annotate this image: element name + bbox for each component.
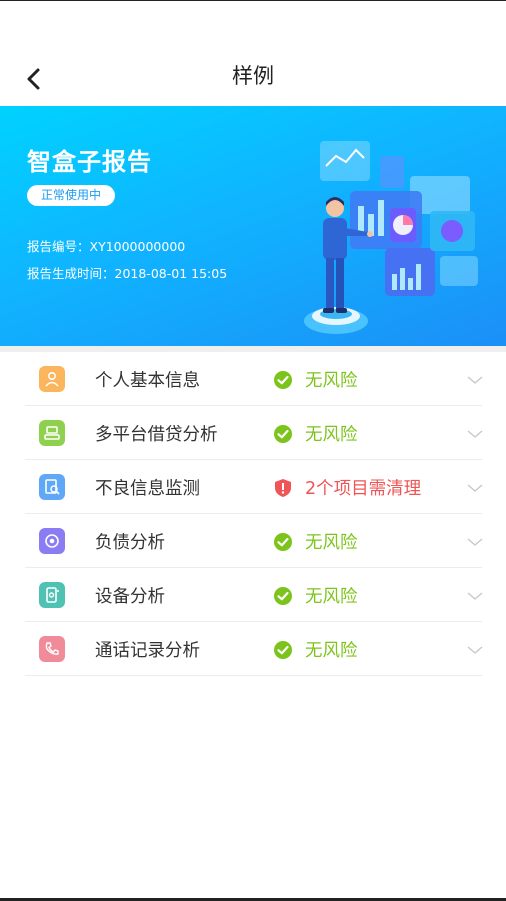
- list-item[interactable]: 通话记录分析 无风险: [25, 622, 484, 676]
- list-item[interactable]: 不良信息监测 2个项目需清理: [25, 460, 484, 514]
- item-status: 无风险: [305, 425, 358, 445]
- chevron-down-icon[interactable]: [466, 590, 484, 602]
- item-label: 不良信息监测: [95, 479, 200, 499]
- item-label: 通话记录分析: [95, 641, 200, 661]
- item-label: 设备分析: [95, 587, 165, 607]
- status-badge: 正常使用中: [27, 185, 116, 206]
- chevron-down-icon[interactable]: [466, 482, 484, 494]
- report-title: 智盒子报告: [27, 148, 152, 176]
- document-search-icon: [39, 474, 65, 500]
- check-circle-icon: [274, 641, 292, 659]
- warning-shield-icon: [275, 479, 291, 497]
- phone-icon: [39, 636, 65, 662]
- item-label: 负债分析: [95, 533, 165, 553]
- chevron-down-icon[interactable]: [466, 536, 484, 548]
- item-status: 无风险: [305, 533, 358, 553]
- item-status: 无风险: [305, 641, 358, 661]
- platform-icon: [39, 420, 65, 446]
- check-circle-icon: [274, 587, 292, 605]
- list-item[interactable]: 设备分析 无风险: [25, 568, 484, 622]
- chevron-down-icon[interactable]: [466, 374, 484, 386]
- chevron-down-icon[interactable]: [466, 644, 484, 656]
- person-icon: [39, 366, 65, 392]
- risk-list: 个人基本信息 无风险 多平台借贷分析 无风险 不良信息监测 2个项目需清理 负债分析 无风险设…: [25, 352, 484, 676]
- list-item[interactable]: 多平台借贷分析 无风险: [25, 406, 484, 460]
- nav-header: 样例: [0, 40, 506, 106]
- chevron-down-icon[interactable]: [466, 428, 484, 440]
- report-time: 报告生成时间：2018-08-01 15:05: [27, 266, 228, 281]
- item-label: 多平台借贷分析: [95, 425, 218, 445]
- report-number: 报告编号：XY1000000000: [27, 239, 186, 254]
- check-circle-icon: [274, 533, 292, 551]
- item-status: 无风险: [305, 371, 358, 391]
- list-item[interactable]: 个人基本信息 无风险: [25, 352, 484, 406]
- check-circle-icon: [274, 371, 292, 389]
- item-status: 2个项目需清理: [305, 479, 422, 499]
- list-item[interactable]: 负债分析 无风险: [25, 514, 484, 568]
- device-icon: [39, 582, 65, 608]
- report-banner: 智盒子报告 正常使用中 报告编号：XY1000000000 报告生成时间：201…: [0, 106, 506, 346]
- item-label: 个人基本信息: [95, 371, 200, 391]
- status-bar-edge: [0, 0, 506, 1]
- item-status: 无风险: [305, 587, 358, 607]
- analyst-illustration: [304, 141, 478, 334]
- check-circle-icon: [274, 425, 292, 443]
- page-title: 样例: [232, 64, 274, 88]
- debt-icon: [39, 528, 65, 554]
